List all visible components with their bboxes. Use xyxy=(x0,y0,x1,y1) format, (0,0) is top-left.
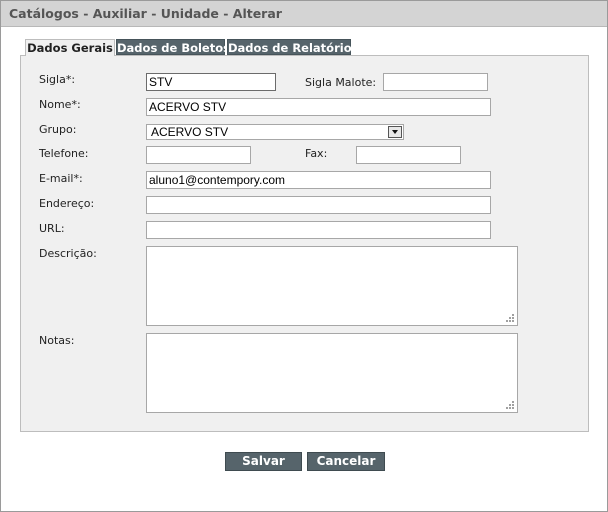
notas-label: Notas: xyxy=(39,334,75,347)
grupo-label: Grupo: xyxy=(39,123,77,136)
sigla-field[interactable] xyxy=(146,73,276,91)
resize-grip-icon[interactable] xyxy=(505,313,515,323)
resize-grip-icon[interactable] xyxy=(505,400,515,410)
chevron-down-icon[interactable] xyxy=(388,126,402,138)
sigla-malote-field[interactable] xyxy=(383,73,488,91)
nome-label: Nome*: xyxy=(39,98,81,111)
window-title: Catálogos - Auxiliar - Unidade - Alterar xyxy=(9,6,282,21)
email-label: E-mail*: xyxy=(39,172,83,185)
endereco-field[interactable] xyxy=(146,196,491,214)
notas-textarea[interactable] xyxy=(146,333,518,413)
title-bar: Catálogos - Auxiliar - Unidade - Alterar xyxy=(1,1,607,27)
tab-dados-de-relatorios[interactable]: Dados de Relatórios xyxy=(227,39,358,55)
descricao-label: Descrição: xyxy=(39,247,97,260)
tab-dados-gerais[interactable]: Dados Gerais xyxy=(25,39,115,56)
tab-dados-de-boletos[interactable]: Dados de Boletos xyxy=(116,39,230,55)
grupo-select[interactable]: ACERVO STV xyxy=(146,124,404,140)
fax-field[interactable] xyxy=(356,146,461,164)
telefone-field[interactable] xyxy=(146,146,251,164)
url-field[interactable] xyxy=(146,221,491,239)
nome-field[interactable] xyxy=(146,98,491,116)
url-label: URL: xyxy=(39,222,65,235)
sigla-malote-label: Sigla Malote: xyxy=(305,76,377,89)
grupo-selected-value: ACERVO STV xyxy=(151,125,229,139)
save-button[interactable]: Salvar xyxy=(225,452,302,471)
endereco-label: Endereço: xyxy=(39,197,95,210)
descricao-textarea[interactable] xyxy=(146,246,518,326)
sigla-label: Sigla*: xyxy=(39,73,76,86)
cancel-button[interactable]: Cancelar xyxy=(307,452,385,471)
fax-label: Fax: xyxy=(305,147,328,160)
email-field[interactable] xyxy=(146,171,491,189)
telefone-label: Telefone: xyxy=(39,147,89,160)
